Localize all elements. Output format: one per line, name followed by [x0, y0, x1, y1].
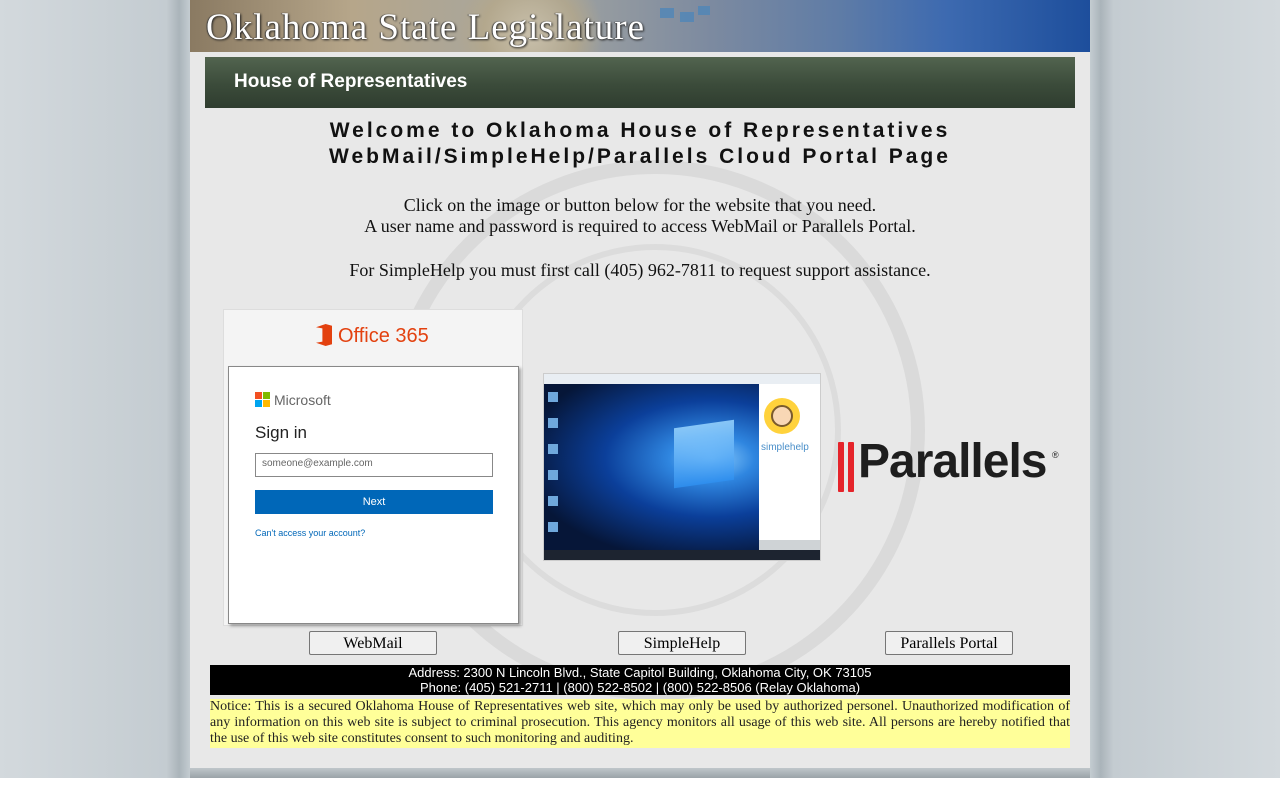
- windows-desktop-preview: [544, 384, 759, 550]
- next-button-preview: Next: [255, 490, 493, 514]
- instruction-line-1: Click on the image or button below for t…: [403, 195, 877, 215]
- parallels-bar-icon: [838, 442, 844, 492]
- header-banner: Oklahoma State Legislature: [190, 0, 1090, 52]
- page-bottom-shadow: [190, 768, 1090, 778]
- simplehelp-toolbar-preview: [544, 374, 820, 384]
- welcome-line-1: Welcome to Oklahoma House of Representat…: [329, 119, 951, 142]
- parallels-bar-icon: [848, 442, 854, 492]
- microsoft-logo: Microsoft: [255, 392, 331, 408]
- cant-access-link-preview: Can't access your account?: [255, 528, 366, 538]
- office365-logo: Office 365: [316, 324, 429, 348]
- windows-taskbar-preview: [544, 550, 820, 560]
- desktop-icon: [548, 392, 558, 402]
- simplehelp-brand-text: simplehelp: [761, 442, 809, 453]
- parallels-portal-button[interactable]: Parallels Portal: [885, 631, 1013, 655]
- welcome-heading: Welcome to Oklahoma House of Representat…: [190, 118, 1090, 170]
- desktop-icon: [548, 418, 558, 428]
- support-agent-icon: [771, 405, 793, 427]
- microsoft-brand-text: Microsoft: [274, 392, 331, 408]
- footer-contact: Address: 2300 N Lincoln Blvd., State Cap…: [210, 665, 1070, 695]
- office-icon: [316, 324, 332, 346]
- microsoft-squares-icon: [255, 392, 270, 407]
- flag-icon: [680, 12, 694, 22]
- parallels-brand-text: Parallels: [858, 435, 1047, 488]
- desktop-icon: [548, 496, 558, 506]
- registered-mark: ®: [1052, 450, 1059, 460]
- site-title: Oklahoma State Legislature: [206, 7, 646, 48]
- desktop-icon: [548, 444, 558, 454]
- section-title: House of Representatives: [234, 71, 468, 92]
- desktop-icon: [548, 470, 558, 480]
- instruction-line-3: For SimpleHelp you must first call (405)…: [349, 260, 931, 280]
- simplehelp-image-link[interactable]: simplehelp: [543, 373, 821, 561]
- email-field-preview: someone@example.com: [255, 453, 493, 477]
- bottom-strip: [0, 778, 1280, 800]
- webmail-image-link[interactable]: Office 365 Microsoft Sign in someone@exa…: [223, 309, 523, 626]
- simplehelp-button[interactable]: SimpleHelp: [618, 631, 746, 655]
- windows-logo-icon: [674, 419, 734, 489]
- flag-icon: [698, 6, 710, 15]
- parallels-image-link[interactable]: Parallels ®: [838, 435, 1062, 494]
- security-notice: Notice: This is a secured Oklahoma House…: [210, 699, 1070, 748]
- page-container: Oklahoma State Legislature House of Repr…: [190, 0, 1090, 768]
- footer-address: Address: 2300 N Lincoln Blvd., State Cap…: [408, 665, 872, 680]
- welcome-line-2: WebMail/SimpleHelp/Parallels Cloud Porta…: [329, 145, 951, 168]
- flag-icon: [660, 8, 674, 18]
- desktop-icon: [548, 522, 558, 532]
- section-header-bar: House of Representatives: [205, 57, 1075, 108]
- instruction-line-2: A user name and password is required to …: [364, 216, 916, 236]
- signin-heading: Sign in: [255, 423, 307, 442]
- footer-phone: Phone: (405) 521-2711 | (800) 522-8502 |…: [419, 680, 861, 695]
- office365-brand-text: Office 365: [338, 325, 429, 347]
- signin-preview-box: Microsoft Sign in someone@example.com Ne…: [228, 366, 519, 624]
- simplehelp-status-strip: [759, 540, 820, 550]
- webmail-button[interactable]: WebMail: [309, 631, 437, 655]
